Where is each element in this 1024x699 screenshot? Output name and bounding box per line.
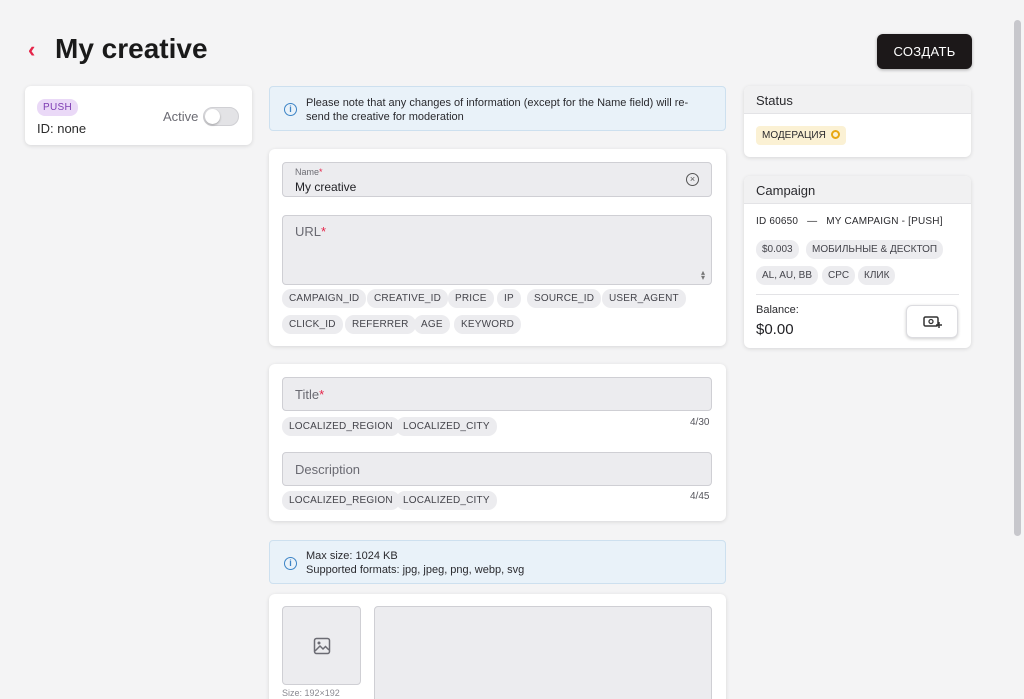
creative-id: ID: none <box>37 121 87 136</box>
campaign-tag: МОБИЛЬНЫЕ & ДЕСКТОП <box>806 240 944 259</box>
description-label: Description <box>295 462 361 477</box>
campaign-card: Campaign ID 60650 — MY CAMPAIGN - [PUSH]… <box>744 176 971 348</box>
url-label: URL* <box>295 224 327 239</box>
back-icon[interactable]: ‹ <box>28 38 35 62</box>
image-formats: Supported formats: jpg, jpeg, png, webp,… <box>306 564 525 576</box>
macro-chip[interactable]: LOCALIZED_REGION <box>282 417 400 436</box>
status-badge: МОДЕРАЦИЯ <box>756 126 846 145</box>
create-button[interactable]: СОЗДАТЬ <box>877 34 972 69</box>
info-icon: i <box>284 103 297 116</box>
moderation-note-text: Please note that any changes of informat… <box>306 97 689 123</box>
macro-chip[interactable]: IP <box>497 289 521 308</box>
toggle-knob <box>205 109 220 124</box>
campaign-tag: $0.003 <box>756 240 799 259</box>
image-icon <box>313 637 331 655</box>
title-description-card: Title* LOCALIZED_REGION LOCALIZED_CITY 4… <box>269 364 726 521</box>
description-field[interactable]: Description <box>282 452 712 486</box>
image-requirements-note: i Max size: 1024 KB Supported formats: j… <box>269 540 726 584</box>
macro-chip[interactable]: LOCALIZED_CITY <box>396 491 497 510</box>
macro-chip[interactable]: KEYWORD <box>454 315 522 334</box>
pending-icon <box>830 130 840 139</box>
active-toggle[interactable] <box>203 107 239 126</box>
type-badge: PUSH <box>37 99 78 116</box>
info-icon: i <box>284 557 297 570</box>
macro-chip[interactable]: LOCALIZED_CITY <box>396 417 497 436</box>
top-up-button[interactable] <box>906 305 958 338</box>
macro-chip[interactable]: CLICK_ID <box>282 315 343 334</box>
balance-label: Balance: <box>756 304 799 316</box>
macro-chip[interactable]: REFERRER <box>345 315 416 334</box>
macro-chip[interactable]: USER_AGENT <box>602 289 686 308</box>
moderation-note: i Please note that any changes of inform… <box>269 86 726 131</box>
name-url-card: Name* My creative × URL* ▴ ▾ CAMPAIGN_ID … <box>269 149 726 346</box>
url-field[interactable]: URL* ▴ ▾ <box>282 215 712 285</box>
divider <box>756 294 959 295</box>
campaign-header: Campaign <box>744 176 971 204</box>
title-field[interactable]: Title* <box>282 377 712 411</box>
title-counter: 4/30 <box>690 417 710 428</box>
campaign-id-line: ID 60650 — MY CAMPAIGN - [PUSH] <box>756 216 943 227</box>
resize-handle-icon[interactable]: ▴ ▾ <box>701 269 705 282</box>
scrollbar[interactable] <box>1014 20 1021 536</box>
money-add-icon <box>923 316 942 328</box>
creative-summary-card: PUSH ID: none Active <box>25 86 252 145</box>
active-label: Active <box>163 109 199 124</box>
name-value: My creative <box>295 180 357 194</box>
campaign-tag: AL, AU, BB <box>756 266 819 285</box>
campaign-tag: CPC <box>822 266 856 285</box>
campaign-tag: КЛИК <box>858 266 896 285</box>
macro-chip[interactable]: LOCALIZED_REGION <box>282 491 400 510</box>
name-field[interactable]: Name* My creative × <box>282 162 712 197</box>
page-title: My creative <box>55 33 208 64</box>
status-header: Status <box>744 86 971 114</box>
image-preview-area[interactable] <box>374 606 712 699</box>
macro-chip[interactable]: CREATIVE_ID <box>367 289 449 308</box>
macro-chip[interactable]: AGE <box>414 315 450 334</box>
image-max-size: Max size: 1024 KB <box>306 550 398 562</box>
clear-icon[interactable]: × <box>686 173 699 186</box>
status-card: Status МОДЕРАЦИЯ <box>744 86 971 157</box>
macro-chip[interactable]: CAMPAIGN_ID <box>282 289 367 308</box>
macro-chip[interactable]: SOURCE_ID <box>527 289 602 308</box>
macro-chip[interactable]: PRICE <box>448 289 494 308</box>
title-label: Title* <box>295 387 325 402</box>
description-counter: 4/45 <box>690 491 710 502</box>
image-upload-box[interactable] <box>282 606 361 685</box>
image-card: Size: 192×192 <box>269 594 726 699</box>
name-label: Name* <box>295 167 323 177</box>
balance-value: $0.00 <box>756 321 794 338</box>
image-size-label: Size: 192×192 <box>282 688 340 698</box>
